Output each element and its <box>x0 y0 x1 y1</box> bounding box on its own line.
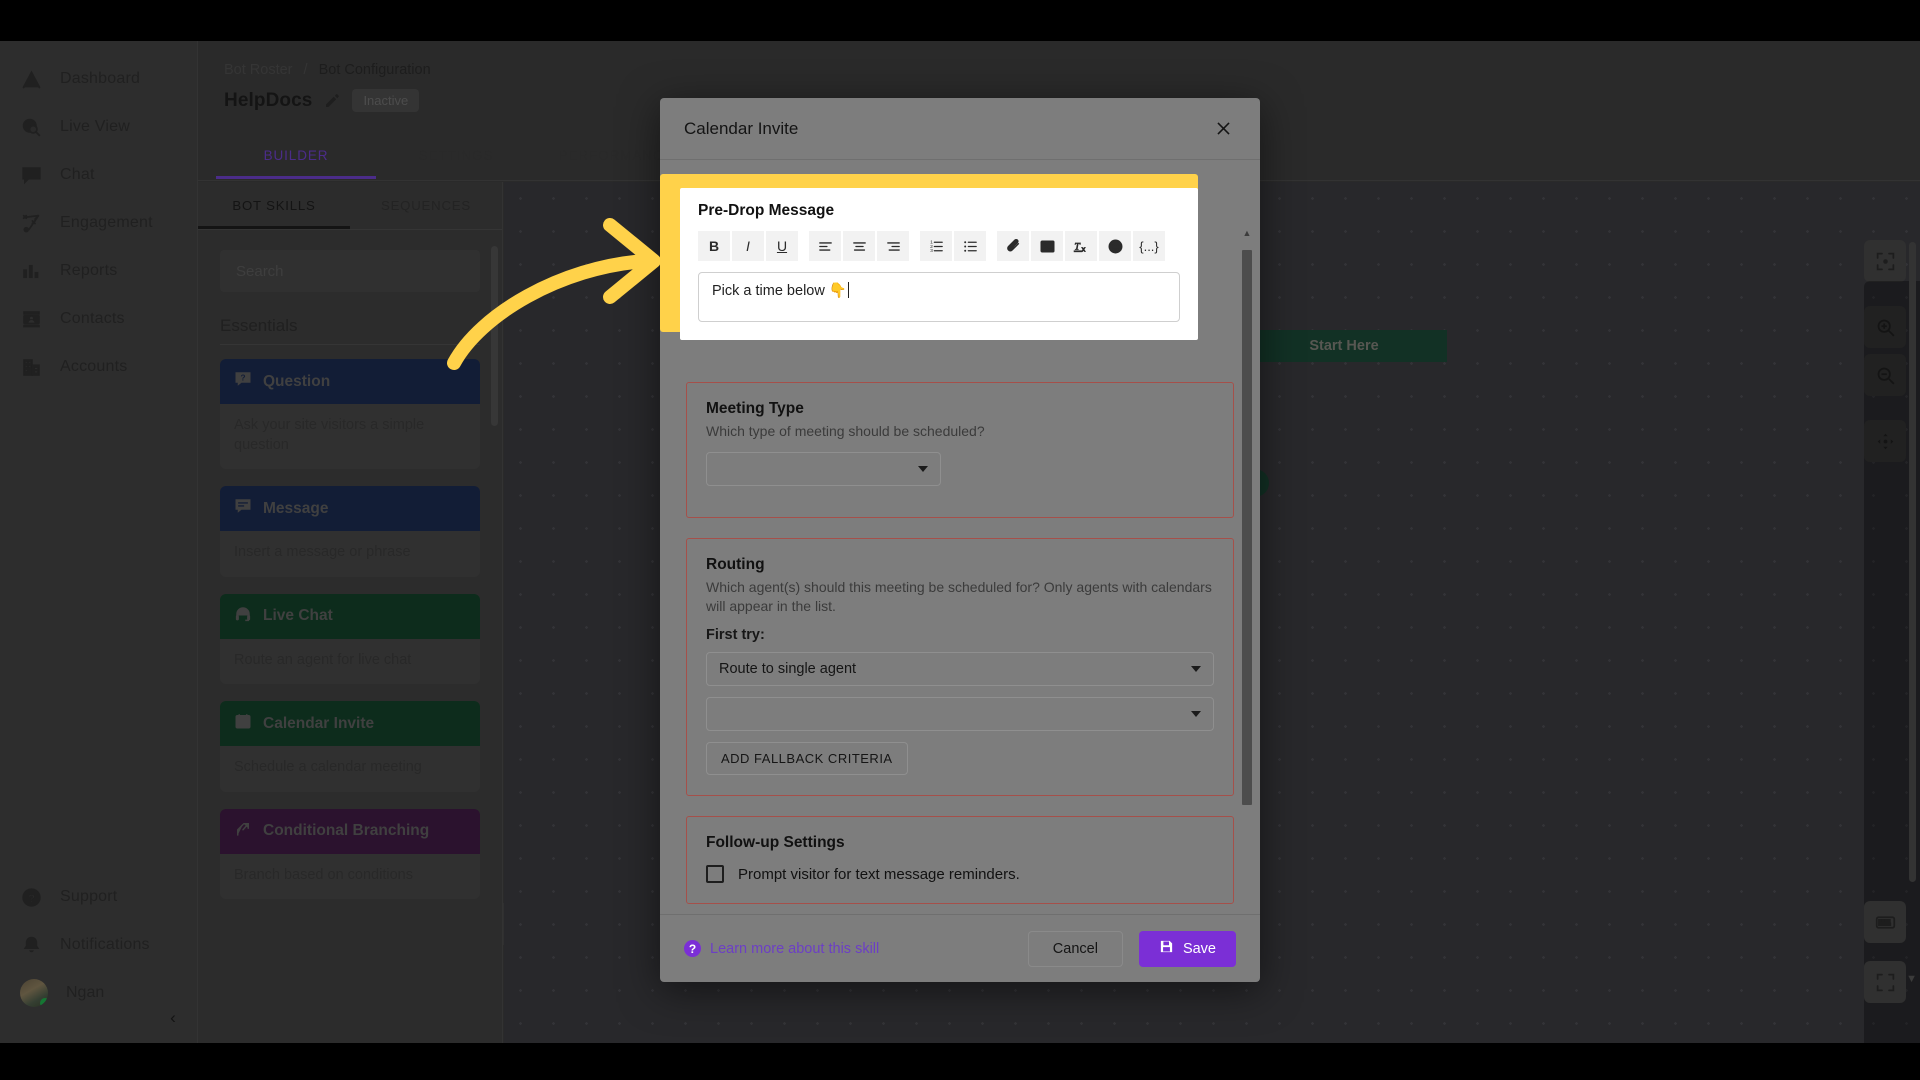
image-icon[interactable] <box>1031 231 1063 261</box>
attachment-icon[interactable] <box>997 231 1029 261</box>
chevron-down-icon <box>1191 666 1201 673</box>
scroll-track[interactable] <box>1242 242 1252 914</box>
footer-buttons: Cancel Save <box>1027 930 1236 967</box>
italic-icon[interactable]: I <box>732 231 764 261</box>
meeting-type-title: Meeting Type <box>706 400 804 417</box>
text-reminders-label: Prompt visitor for text message reminder… <box>738 865 1020 883</box>
bold-icon[interactable]: B <box>698 231 730 261</box>
meeting-type-section: Meeting Type Which type of meeting shoul… <box>686 382 1234 519</box>
meeting-type-desc: Which type of meeting should be schedule… <box>706 423 985 439</box>
save-icon <box>1159 939 1174 958</box>
calendar-invite-modal: Calendar Invite Pre-Drop Message B I U 1… <box>660 98 1260 982</box>
text-reminders-row[interactable]: Prompt visitor for text message reminder… <box>706 865 1214 884</box>
cancel-button[interactable]: Cancel <box>1027 930 1123 967</box>
routing-agent-select[interactable] <box>706 697 1214 732</box>
text-reminders-checkbox[interactable] <box>706 865 724 884</box>
screen-root: Dashboard Live View Chat Engagement Repo… <box>0 0 1920 1080</box>
underline-glyph: U <box>776 238 788 254</box>
pre-drop-label: Pre-Drop Message <box>698 202 835 219</box>
learn-more-label: Learn more about this skill <box>710 940 880 957</box>
variable-icon[interactable]: {...} <box>1133 231 1165 261</box>
learn-more-link[interactable]: ? Learn more about this skill <box>684 940 879 957</box>
pre-drop-message-section: Pre-Drop Message B I U 1 2 3 T x {...} P… <box>680 188 1198 340</box>
rich-text-toolbar: B I U 1 2 3 T x {...} <box>698 231 1180 261</box>
modal-scrollbar[interactable]: ▲ ▼ <box>1242 228 1252 914</box>
save-button[interactable]: Save <box>1138 930 1236 967</box>
meeting-type-select[interactable] <box>706 452 941 487</box>
clear-formatting-icon[interactable]: Tx <box>1065 231 1097 261</box>
ordered-list-icon[interactable]: 123 <box>920 231 952 261</box>
pre-drop-message-input[interactable]: Pick a time below 👇 <box>698 272 1180 322</box>
align-center-icon[interactable] <box>843 231 875 261</box>
align-left-icon[interactable] <box>809 231 841 261</box>
chevron-down-icon <box>1191 711 1201 718</box>
pre-drop-message-value: Pick a time below 👇 <box>712 283 847 299</box>
follow-up-title: Follow-up Settings <box>706 834 845 852</box>
pre-drop-highlight-wrap: Pre-Drop Message B I U 1 2 3 T x {...} P… <box>660 174 1234 340</box>
modal-footer: ? Learn more about this skill Cancel Sav… <box>660 914 1260 982</box>
save-label: Save <box>1182 940 1216 957</box>
align-right-icon[interactable] <box>877 231 909 261</box>
routing-title: Routing <box>706 556 765 574</box>
bold-glyph: B <box>708 238 720 254</box>
first-try-label: First try: <box>706 627 765 644</box>
svg-text:3: 3 <box>930 248 933 254</box>
modal-body[interactable]: Pre-Drop Message B I U 1 2 3 T x {...} P… <box>660 160 1260 914</box>
italic-glyph: I <box>746 238 750 254</box>
text-caret <box>847 282 849 298</box>
help-circle-icon: ? <box>684 940 701 957</box>
routing-strategy-value: Route to single agent <box>719 661 857 678</box>
follow-up-settings-section: Follow-up Settings Prompt visitor for te… <box>686 816 1234 905</box>
unordered-list-icon[interactable] <box>954 231 986 261</box>
modal-header: Calendar Invite <box>660 98 1260 160</box>
modal-title: Calendar Invite <box>684 118 799 138</box>
scroll-thumb[interactable] <box>1242 250 1252 805</box>
close-icon[interactable] <box>1210 116 1236 142</box>
routing-desc: Which agent(s) should this meeting be sc… <box>706 579 1212 614</box>
scroll-up-arrow-icon[interactable]: ▲ <box>1242 228 1252 238</box>
underline-icon[interactable]: U <box>766 231 798 261</box>
add-fallback-criteria-button[interactable]: ADD FALLBACK CRITERIA <box>706 742 908 776</box>
chevron-down-icon <box>918 466 928 473</box>
routing-strategy-select[interactable]: Route to single agent <box>706 652 1214 687</box>
svg-text:x: x <box>1081 245 1085 253</box>
routing-section: Routing Which agent(s) should this meeti… <box>686 538 1234 797</box>
variable-glyph: {...} <box>1139 238 1159 254</box>
emoji-icon[interactable] <box>1099 231 1131 261</box>
